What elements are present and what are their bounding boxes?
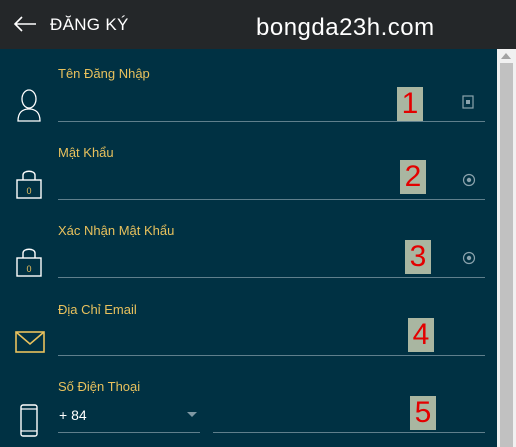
username-input[interactable] [58,96,388,118]
phone-label: Số Điện Thoại [58,379,141,394]
password-underline [58,199,485,200]
badge-number: 2 [400,160,426,194]
country-code-underline [58,432,200,433]
username-label: Tên Đăng Nhập [58,66,150,81]
confirm-password-label: Xác Nhận Mật Khẩu [58,223,175,238]
badge-number: 3 [405,240,431,274]
page-title: ĐĂNG KÝ [50,15,129,34]
id-card-icon [462,95,474,109]
chevron-down-icon[interactable] [187,412,197,417]
username-underline [58,121,485,122]
envelope-icon [15,331,45,353]
password-input[interactable] [58,174,388,196]
email-input[interactable] [58,330,388,352]
phone-icon [20,404,38,437]
email-label: Địa Chỉ Email [58,302,137,317]
site-watermark: bongda23h.com [256,14,435,41]
badge-number: 4 [408,318,434,352]
confirm-password-input[interactable] [58,252,388,274]
arrow-left-icon[interactable] [12,12,38,36]
user-icon [17,89,41,122]
email-underline [58,355,485,356]
badge-number: 1 [397,87,423,121]
lock-icon: 0 [16,248,42,277]
lock-icon: 0 [16,170,42,199]
lock-digit: 0 [26,264,31,274]
scrollbar-thumb[interactable] [500,63,513,447]
phone-underline [213,432,485,433]
scrollbar[interactable] [497,49,516,447]
phone-input[interactable] [214,408,394,430]
country-code-select[interactable]: + 84 [59,407,87,423]
eye-icon[interactable] [462,251,476,265]
badge-number: 5 [410,396,436,430]
password-label: Mật Khẩu [58,145,114,160]
scroll-up-arrow-icon[interactable] [501,53,511,59]
eye-icon[interactable] [462,173,476,187]
top-bar: ĐĂNG KÝ bongda23h.com [0,0,516,49]
lock-digit: 0 [26,186,31,196]
confirm-password-underline [58,277,485,278]
